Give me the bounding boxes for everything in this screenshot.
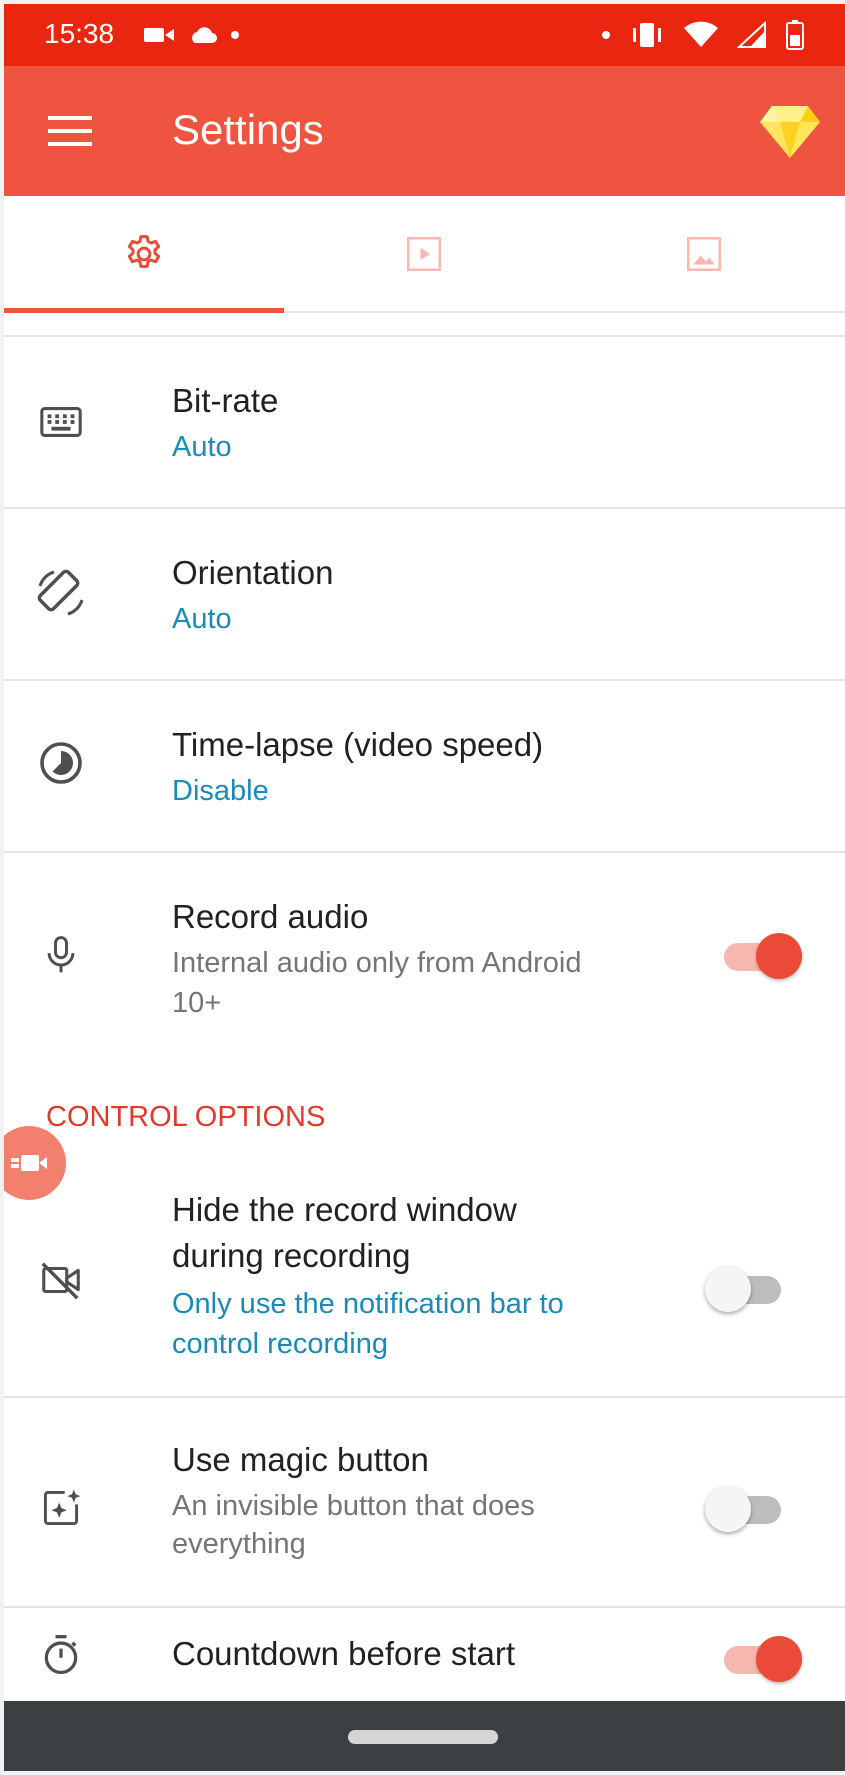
setting-title: Hide the record window — [172, 1191, 517, 1228]
setting-hide-record-window[interactable]: Hide the record window during recording … — [4, 1164, 845, 1396]
tab-bar — [4, 196, 845, 313]
setting-title: Orientation — [172, 554, 334, 591]
toggle-thumb — [705, 1266, 751, 1312]
microphone-icon — [29, 923, 93, 987]
status-icons-right — [601, 18, 805, 52]
image-icon — [687, 236, 721, 271]
app-bar: Settings — [4, 66, 845, 196]
setting-value: Disable — [172, 775, 269, 807]
page-title: Settings — [172, 106, 324, 153]
setting-title: Record audio — [172, 898, 369, 935]
setting-subtitle: everything — [172, 1528, 306, 1560]
home-handle[interactable] — [348, 1730, 498, 1744]
cloud-icon — [192, 27, 217, 43]
status-time: 15:38 — [44, 18, 115, 49]
vibrate-icon — [633, 23, 661, 47]
keyboard-icon — [29, 390, 93, 454]
menu-button[interactable] — [30, 96, 110, 166]
setting-subtitle: 10+ — [172, 987, 222, 1019]
setting-countdown[interactable]: Countdown before start — [4, 1608, 845, 1701]
video-icon — [407, 236, 441, 271]
setting-bitrate[interactable]: Bit-rate Auto — [4, 337, 845, 507]
toggle-thumb — [756, 1636, 802, 1682]
tab-indicator — [4, 308, 284, 313]
setting-subtitle: control recording — [172, 1328, 388, 1360]
navigation-bar — [4, 1701, 845, 1771]
toggle-thumb — [756, 933, 802, 979]
tab-videos[interactable] — [284, 196, 564, 311]
toggle-thumb — [705, 1486, 751, 1532]
video-camera-icon — [144, 28, 174, 42]
setting-subtitle: Only use the notification bar to — [172, 1288, 564, 1320]
tab-settings[interactable] — [4, 196, 284, 313]
setting-orientation[interactable]: Orientation Auto — [4, 509, 845, 679]
countdown-toggle[interactable] — [724, 1628, 804, 1688]
sparkle-icon — [29, 1476, 93, 1540]
dot-icon — [602, 31, 610, 39]
setting-title: Bit-rate — [172, 382, 279, 419]
magic-button-toggle[interactable] — [705, 1478, 789, 1538]
setting-title: Countdown before start — [172, 1635, 516, 1672]
hide-window-toggle[interactable] — [705, 1258, 789, 1318]
diamond-icon — [760, 106, 820, 158]
dot-icon — [231, 31, 239, 39]
app-screen: 15:38 Settings Bit-rate Auto Orientation… — [4, 4, 845, 1771]
record-audio-toggle[interactable] — [724, 925, 804, 985]
setting-timelapse[interactable]: Time-lapse (video speed) Disable — [4, 681, 845, 851]
premium-button[interactable] — [753, 96, 827, 166]
timer-icon — [29, 1623, 93, 1687]
battery-icon — [786, 20, 804, 50]
status-bar: 15:38 — [4, 4, 845, 66]
setting-subtitle: An invisible button that does — [172, 1490, 535, 1522]
setting-value: Auto — [172, 603, 232, 635]
menu-icon — [48, 116, 92, 146]
status-icons-left — [144, 22, 240, 48]
setting-record-audio[interactable]: Record audio Internal audio only from An… — [4, 853, 845, 1073]
tab-images[interactable] — [564, 196, 844, 311]
setting-title: Time-lapse (video speed) — [172, 726, 544, 763]
timelapse-icon — [29, 731, 93, 795]
setting-value: Auto — [172, 431, 232, 463]
setting-title: during recording — [172, 1237, 411, 1274]
setting-title: Use magic button — [172, 1441, 429, 1478]
screen-rotation-icon — [29, 561, 93, 625]
setting-magic-button[interactable]: Use magic button An invisible button tha… — [4, 1398, 845, 1606]
signal-icon — [737, 21, 766, 48]
video-off-icon — [29, 1248, 93, 1312]
video-camera-icon — [11, 1155, 47, 1171]
setting-subtitle: Internal audio only from Android — [172, 947, 582, 979]
section-header: CONTROL OPTIONS — [46, 1101, 326, 1133]
wifi-icon — [684, 21, 718, 47]
gear-icon — [127, 234, 161, 268]
